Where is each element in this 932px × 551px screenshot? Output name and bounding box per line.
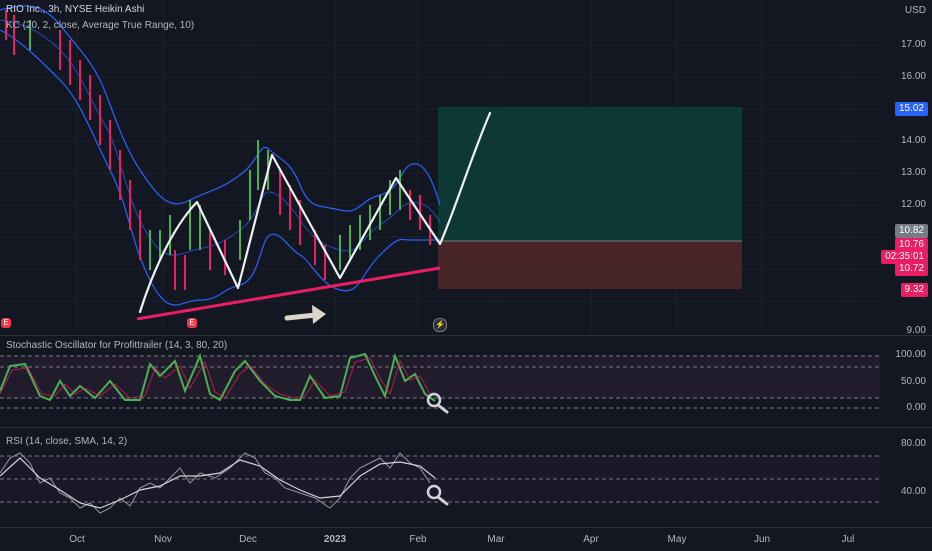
stop-price-badge: 9.32 [900, 283, 928, 297]
time-label: May [667, 534, 687, 545]
price-tick: 17.00 [900, 39, 926, 50]
time-label: Nov [154, 534, 172, 545]
price-tick: 12.00 [900, 199, 926, 210]
price-tick: 16.00 [900, 71, 926, 82]
price-tick: 13.00 [900, 167, 926, 178]
time-label: Jul [841, 534, 855, 545]
earnings-icon[interactable]: E [1, 318, 11, 328]
stoch-tick: 50.00 [900, 376, 926, 387]
lightning-icon[interactable]: ⚡ [433, 318, 447, 332]
loss-zone[interactable] [438, 241, 742, 289]
stochastic-pane[interactable]: Stochastic Oscillator for Profittrailer … [0, 335, 932, 426]
time-label: Oct [69, 534, 85, 545]
price-pane[interactable]: RIO Inc., 3h, NYSE Heikin Ashi KC (20, 2… [0, 0, 932, 336]
rsi-pane[interactable]: RSI (14, close, SMA, 14, 2) 80.00 40.00 [0, 427, 932, 528]
keltner-legend[interactable]: KC (20, 2, close, Average True Range, 10… [6, 20, 194, 31]
price-chart[interactable] [0, 0, 932, 333]
stoch-tick: 0.00 [906, 402, 926, 413]
arrow-right-icon [284, 305, 326, 324]
support-trendline[interactable] [136, 266, 441, 321]
time-label: Feb [409, 534, 427, 545]
stoch-tick: 100.00 [895, 349, 926, 360]
stochastic-title[interactable]: Stochastic Oscillator for Profittrailer … [6, 340, 227, 351]
time-label: Dec [239, 534, 257, 545]
price-tick: 14.00 [900, 135, 926, 146]
symbol-title: RIO Inc., 3h, NYSE Heikin Ashi [6, 4, 145, 15]
time-label: 2023 [323, 534, 347, 545]
entry-price-badge: 10.82 [894, 224, 928, 238]
zigzag-drawing[interactable] [138, 111, 492, 314]
low-price-badge: 10.72 [894, 262, 928, 276]
earnings-icon[interactable]: E [187, 318, 197, 328]
keltner-mid [0, 19, 441, 256]
target-price-badge: 15.02 [894, 102, 928, 116]
time-label: Apr [583, 534, 599, 545]
keltner-upper [0, 5, 441, 212]
time-label: Mar [487, 534, 505, 545]
rsi-tick: 80.00 [900, 438, 926, 449]
rsi-title[interactable]: RSI (14, close, SMA, 14, 2) [6, 436, 127, 447]
time-label: Jun [753, 534, 771, 545]
rsi-chart[interactable] [0, 428, 932, 528]
keltner-lower [0, 29, 440, 306]
rsi-tick: 40.00 [900, 486, 926, 497]
currency-label: USD [904, 5, 926, 16]
time-axis[interactable]: Oct Nov Dec 2023 Feb Mar Apr May Jun Jul [0, 527, 932, 551]
